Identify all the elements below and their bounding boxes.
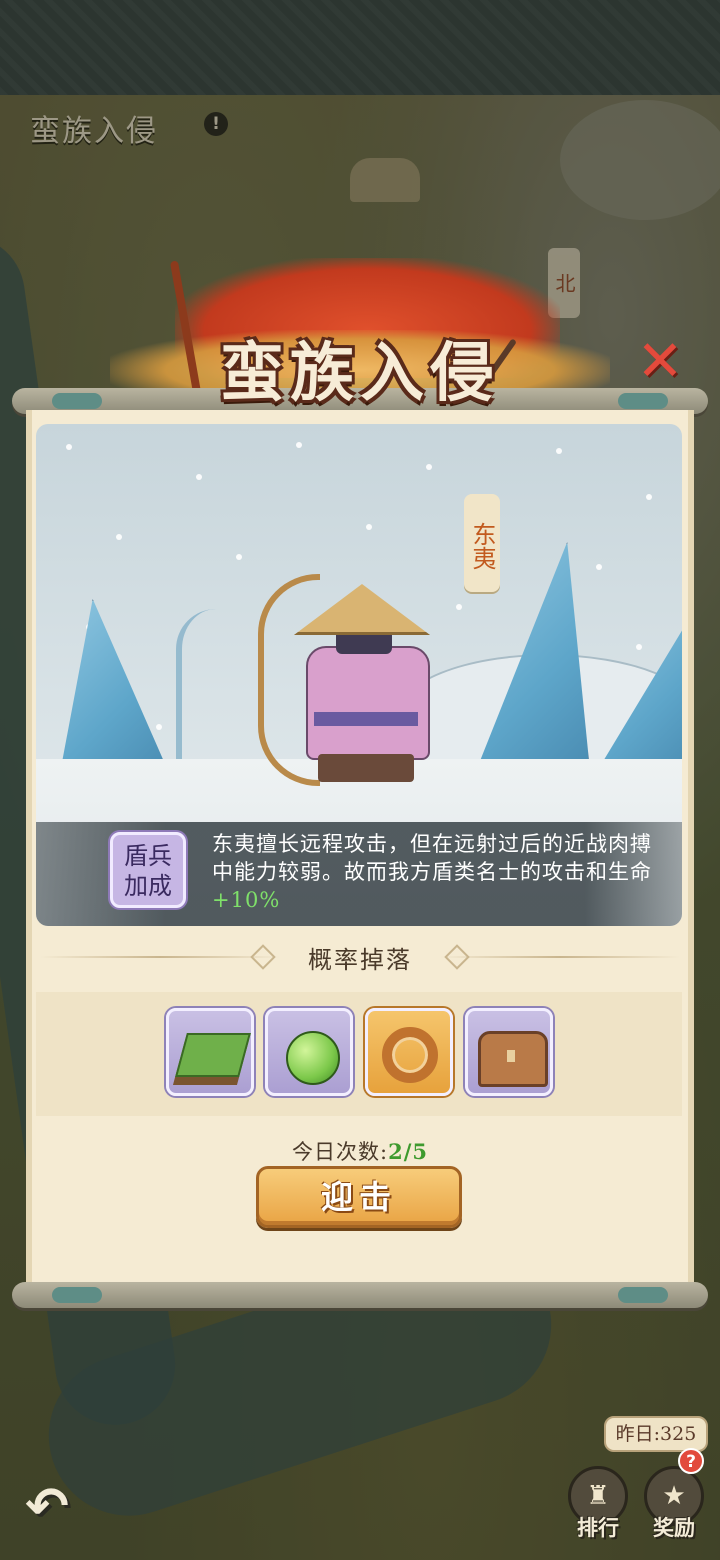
snowflake (116, 534, 122, 540)
intercept-button[interactable]: 迎击 (256, 1166, 462, 1228)
snowflake (426, 464, 432, 470)
snowflake (296, 442, 302, 448)
modal-title: 蛮族入侵 (220, 336, 500, 411)
snowflake (556, 448, 562, 454)
snowflake (596, 564, 602, 570)
daily-attempts: 今日次数:2/5 (0, 1136, 720, 1166)
drop-item-green-fruit[interactable] (265, 1008, 353, 1096)
snowflake (236, 554, 242, 560)
yesterday-score: 昨日:325 (604, 1416, 708, 1452)
description-main: 东夷擅长远程攻击，但在远射过后的近战肉搏中能力较弱。故而我方盾类名士的攻击和生命 (212, 832, 652, 884)
ranking-label: 排行 (577, 1515, 619, 1540)
enemy-archer-body (306, 646, 430, 760)
green-fruit-icon (286, 1031, 340, 1085)
ranking-button[interactable]: ♜ 排行 (564, 1466, 632, 1542)
enemy-description: 东夷擅长远程攻击，但在远射过后的近战肉搏中能力较弱。故而我方盾类名士的攻击和生命… (212, 830, 652, 914)
reward-alert-badge: ? (678, 1448, 704, 1474)
shield-bonus-badge: 盾兵加成 (110, 832, 186, 908)
enemy-archer-belt (314, 712, 418, 726)
snowflake (646, 494, 652, 500)
description-bonus: +10% (212, 888, 281, 912)
snowflake (636, 644, 642, 650)
close-button[interactable]: ✕ (634, 334, 686, 390)
treasure-chest-icon (478, 1031, 548, 1087)
drop-item-rope[interactable] (365, 1008, 453, 1096)
scroll-rod-bottom (12, 1282, 708, 1308)
drop-section-title: 概率掉落 (308, 946, 412, 974)
reward-button[interactable]: ★ 奖励 (640, 1466, 708, 1542)
reward-label: 奖励 (653, 1515, 695, 1540)
enemy-name-tag: 东夷 (464, 494, 500, 592)
attempts-label: 今日次数: (292, 1140, 389, 1164)
back-arrow-icon[interactable]: ↶ (16, 1476, 78, 1538)
drops-row (36, 992, 682, 1116)
drop-item-grass-tile[interactable] (166, 1008, 254, 1096)
snowflake (456, 604, 462, 610)
enemy-archer-legs (318, 754, 414, 782)
attempts-count: 2/5 (388, 1139, 428, 1164)
rope-icon (382, 1027, 438, 1083)
ice-crystal (60, 599, 169, 773)
grass-tile-icon (175, 1033, 251, 1077)
snowflake (196, 474, 202, 480)
snowflake (156, 724, 162, 730)
drop-item-treasure-chest[interactable] (465, 1008, 553, 1096)
snowflake (66, 444, 72, 450)
snowflake (366, 524, 372, 530)
game-screen: 蛮族入侵 ! 北 蛮族入侵 ✕ 东夷 盾兵加成 东夷擅长远程攻击，但在远射过后的… (0, 0, 720, 1560)
